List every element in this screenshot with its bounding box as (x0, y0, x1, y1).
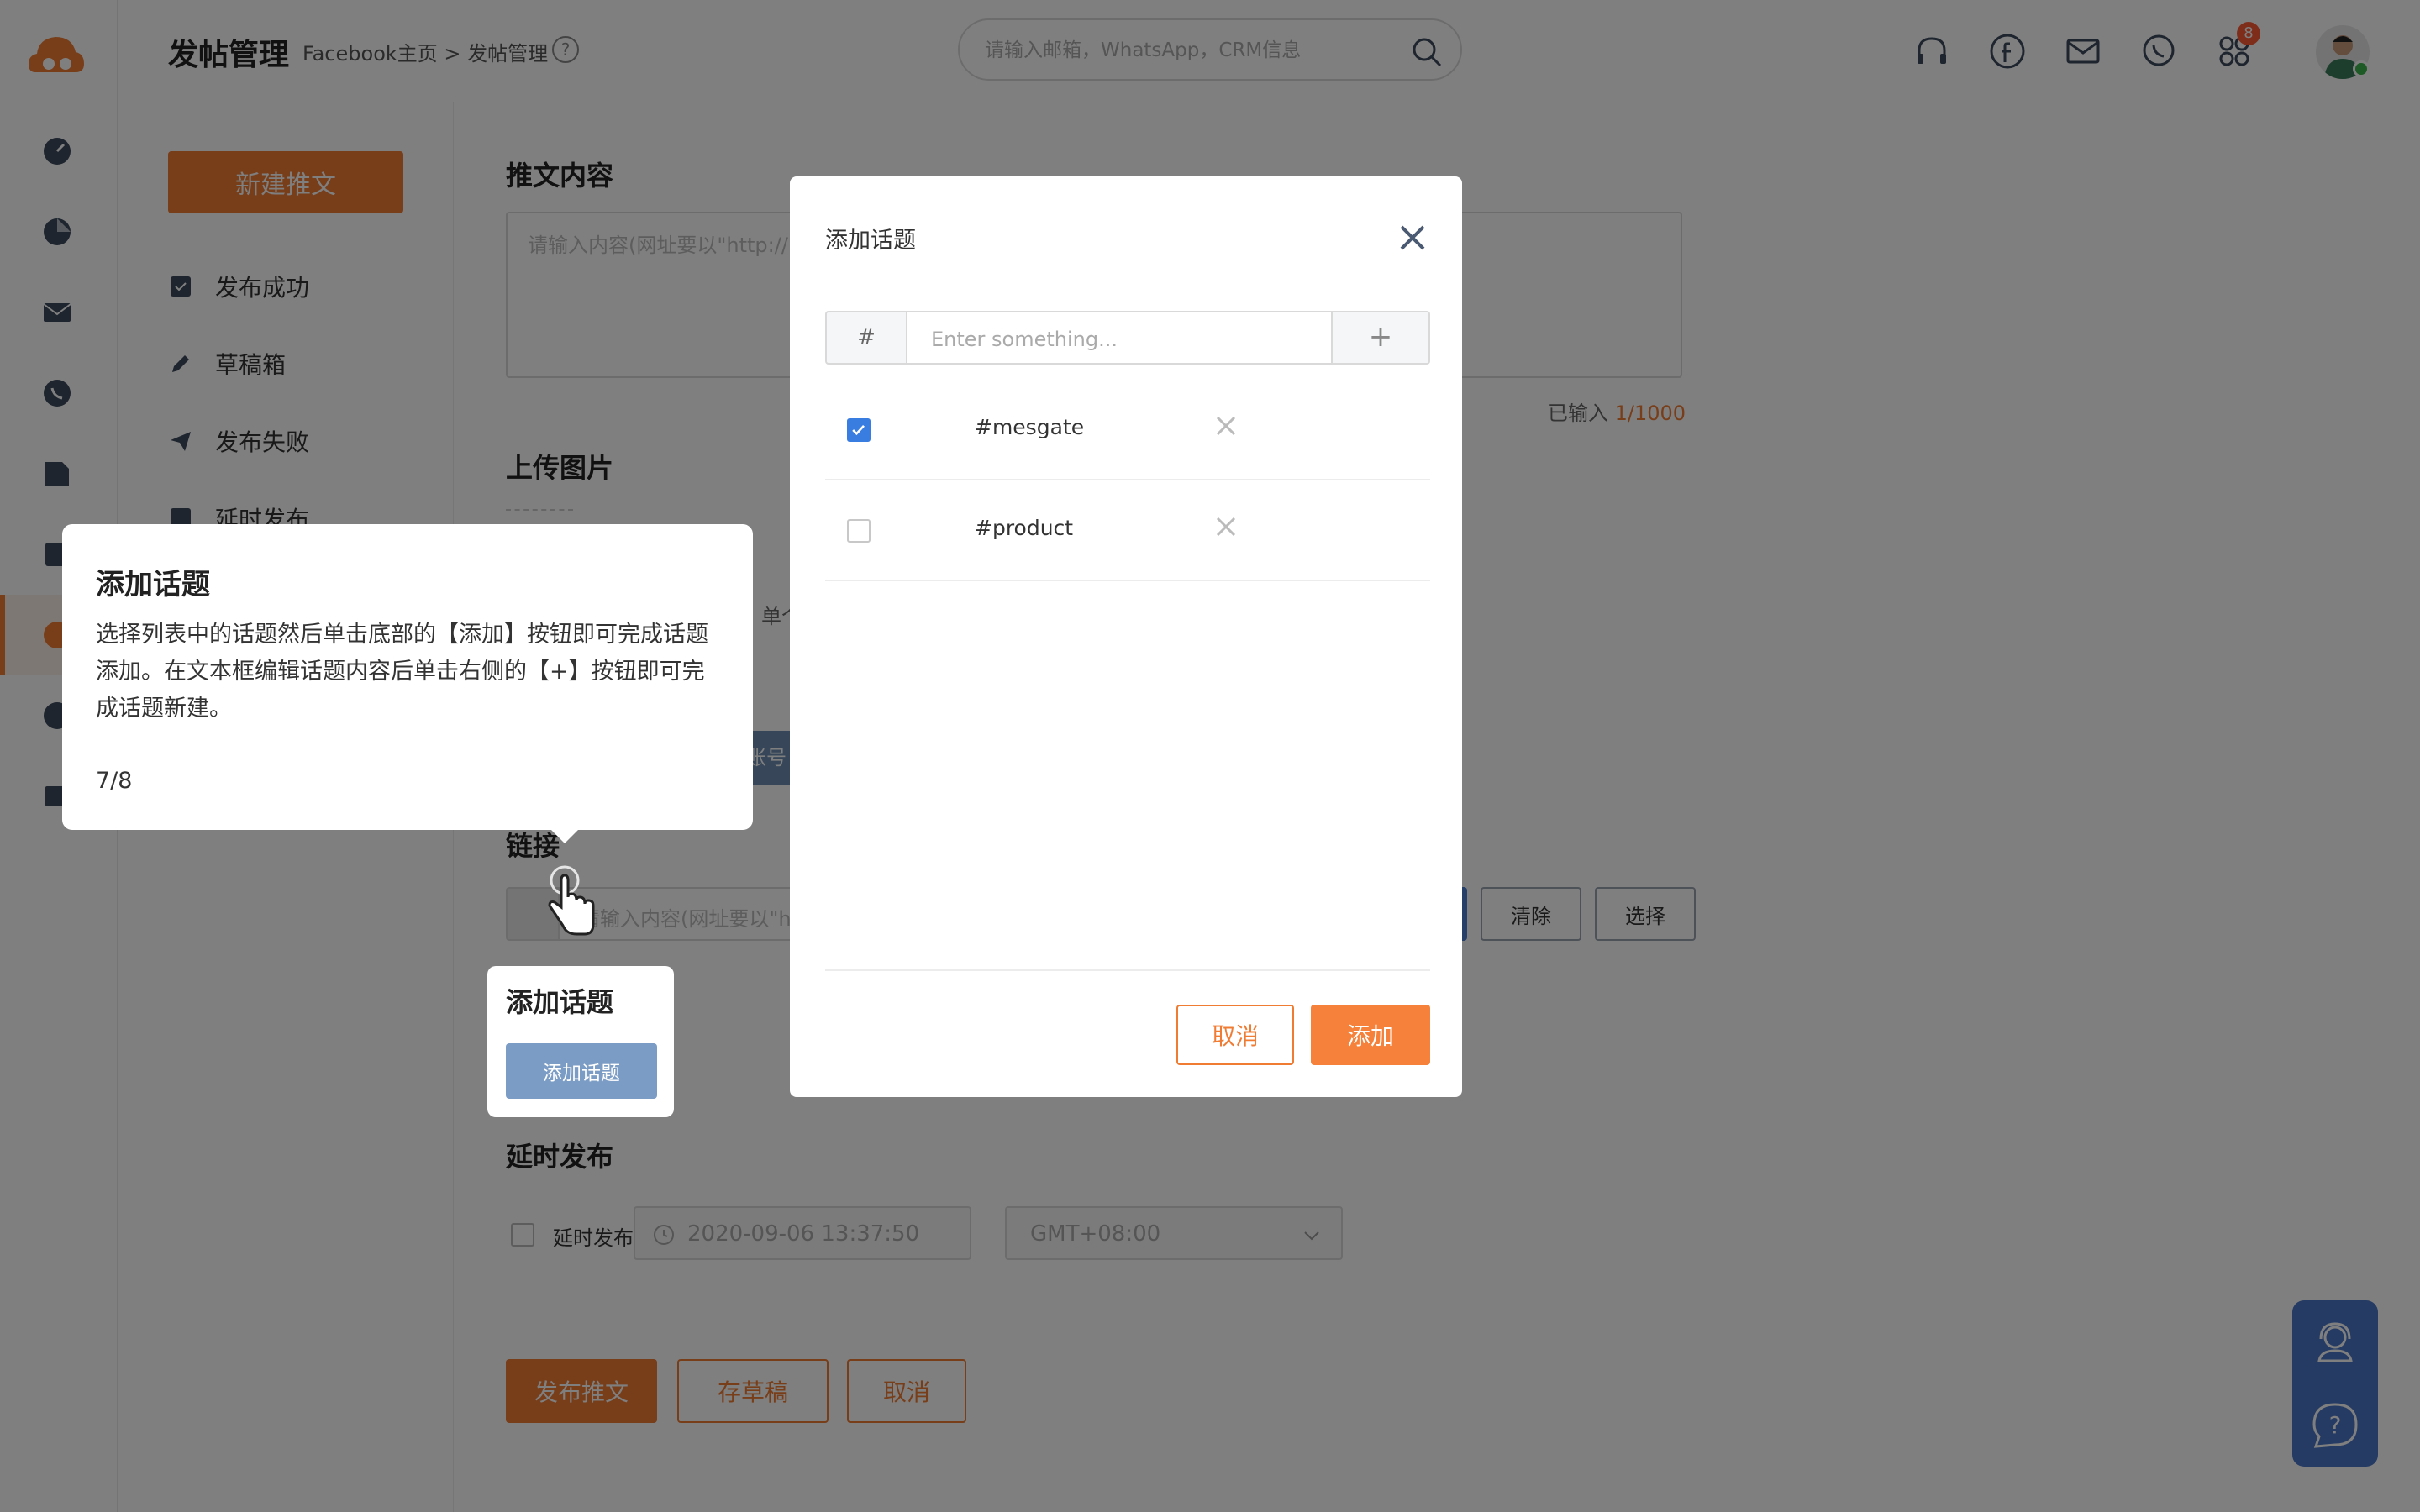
close-icon[interactable] (1395, 220, 1430, 255)
topic-section-label: 添加话题 (506, 986, 614, 1018)
delete-topic-icon[interactable] (1213, 413, 1239, 438)
topic-row[interactable]: #product (825, 480, 1430, 581)
add-topic-button[interactable]: 添加话题 (506, 1043, 657, 1099)
pointer-hand-icon (548, 865, 595, 936)
tooltip-step-counter: 7/8 (96, 768, 133, 794)
modal-footer-divider (825, 969, 1430, 971)
hashtag-prefix: # (825, 311, 908, 365)
topic-tag: #product (975, 516, 1074, 540)
modal-add-button[interactable]: 添加 (1311, 1005, 1430, 1065)
topic-checkbox[interactable] (847, 519, 871, 543)
topic-input[interactable] (931, 323, 1309, 356)
topic-tag: #mesgate (975, 415, 1085, 439)
topic-input-wrapper[interactable] (906, 311, 1333, 365)
tooltip-title: 添加话题 (96, 568, 210, 601)
create-topic-button[interactable]: + (1331, 311, 1430, 365)
modal-cancel-button[interactable]: 取消 (1176, 1005, 1294, 1065)
modal-title: 添加话题 (825, 228, 916, 254)
topic-checkbox[interactable] (847, 418, 871, 442)
delete-topic-icon[interactable] (1213, 514, 1239, 539)
tooltip-body: 选择列表中的话题然后单击底部的【添加】按钮即可完成话题添加。在文本框编辑话题内容… (96, 622, 708, 722)
topic-row[interactable]: #mesgate (825, 380, 1430, 480)
tooltip-arrow (548, 827, 581, 843)
